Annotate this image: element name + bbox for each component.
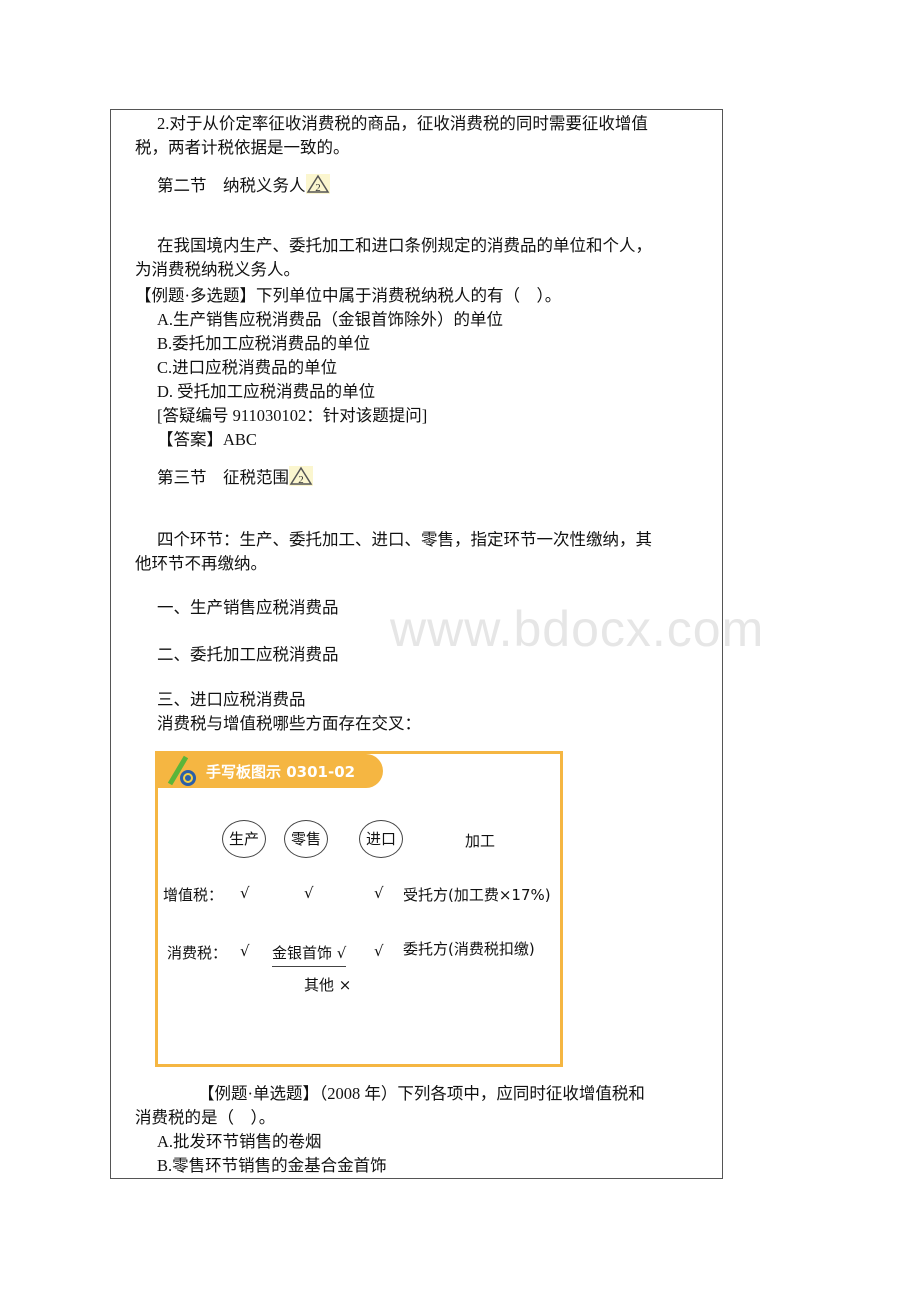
- col-retail: 零售: [284, 820, 328, 858]
- check-mark: √: [240, 942, 250, 960]
- paragraph: 在我国境内生产、委托加工和进口条例规定的消费品的单位和个人，: [157, 236, 652, 255]
- col-processing: 加工: [465, 832, 496, 850]
- level-badge-icon: 2: [305, 174, 330, 194]
- option-d: D. 受托加工应税消费品的单位: [157, 382, 376, 401]
- option-a: A.批发环节销售的卷烟: [157, 1132, 322, 1151]
- document-page: www.bdocx.com 2.对于从价定率征收消费税的商品，征收消费税的同时需…: [0, 0, 920, 1302]
- svg-text:2: 2: [298, 474, 304, 486]
- answer: 【答案】ABC: [157, 430, 257, 449]
- vat-label: 增值税：: [163, 886, 224, 904]
- pencil-icon: [167, 755, 196, 786]
- paragraph: 2.对于从价定率征收消费税的商品，征收消费税的同时需要征收增值: [157, 114, 648, 133]
- check-mark: √: [304, 884, 314, 902]
- ct-retail-jewelry: 金银首饰 √: [272, 942, 347, 967]
- question: 消费税的是（ ）。: [135, 1108, 276, 1127]
- question-ref: [答疑编号 911030102：针对该题提问]: [157, 406, 428, 425]
- section-heading: 第三节 征税范围 2: [157, 466, 313, 490]
- section-title: 第二节 纳税义务人: [157, 176, 306, 195]
- paragraph: 税，两者计税依据是一致的。: [135, 138, 350, 157]
- paragraph: 为消费税纳税义务人。: [135, 260, 300, 279]
- option-a: A.生产销售应税消费品（金银首饰除外）的单位: [157, 310, 504, 329]
- section-heading: 第二节 纳税义务人 2: [157, 174, 330, 198]
- list-item: 三、进口应税消费品: [157, 690, 306, 709]
- ct-retail-other: 其他 ×: [304, 976, 352, 994]
- question: 【例题·多选题】下列单位中属于消费税纳税人的有（ ）。: [135, 286, 562, 305]
- board-header: 手写板图示 0301-02: [158, 754, 383, 788]
- check-mark: √: [374, 884, 384, 902]
- section-title: 第三节 征税范围: [157, 468, 289, 487]
- ct-label: 消费税：: [167, 944, 228, 962]
- check-mark: √: [374, 942, 384, 960]
- option-c: C.进口应税消费品的单位: [157, 358, 338, 377]
- col-production: 生产: [222, 820, 266, 858]
- col-import: 进口: [359, 820, 403, 858]
- svg-text:2: 2: [315, 182, 321, 194]
- ct-processing: 委托方(消费税扣缴): [403, 940, 535, 958]
- option-b: B.委托加工应税消费品的单位: [157, 334, 371, 353]
- question: 【例题·单选题】（2008 年）下列各项中，应同时征收增值税和: [198, 1084, 645, 1103]
- list-item: 一、生产销售应税消费品: [157, 598, 339, 617]
- option-b: B.零售环节销售的金基合金首饰: [157, 1156, 387, 1175]
- list-item: 二、委托加工应税消费品: [157, 645, 339, 664]
- paragraph: 他环节不再缴纳。: [135, 554, 267, 573]
- vat-processing: 受托方(加工费×17%): [403, 886, 551, 904]
- board-title: 手写板图示 0301-02: [206, 763, 356, 781]
- paragraph: 消费税与增值税哪些方面存在交叉：: [157, 714, 421, 733]
- check-mark: √: [240, 884, 250, 902]
- level-badge-icon: 2: [289, 466, 313, 486]
- handwriting-board-image: 手写板图示 0301-02 生产 零售 进口 加工 增值税： √ √ √ 受托方…: [155, 751, 563, 1067]
- paragraph: 四个环节：生产、委托加工、进口、零售，指定环节一次性缴纳，其: [157, 530, 652, 549]
